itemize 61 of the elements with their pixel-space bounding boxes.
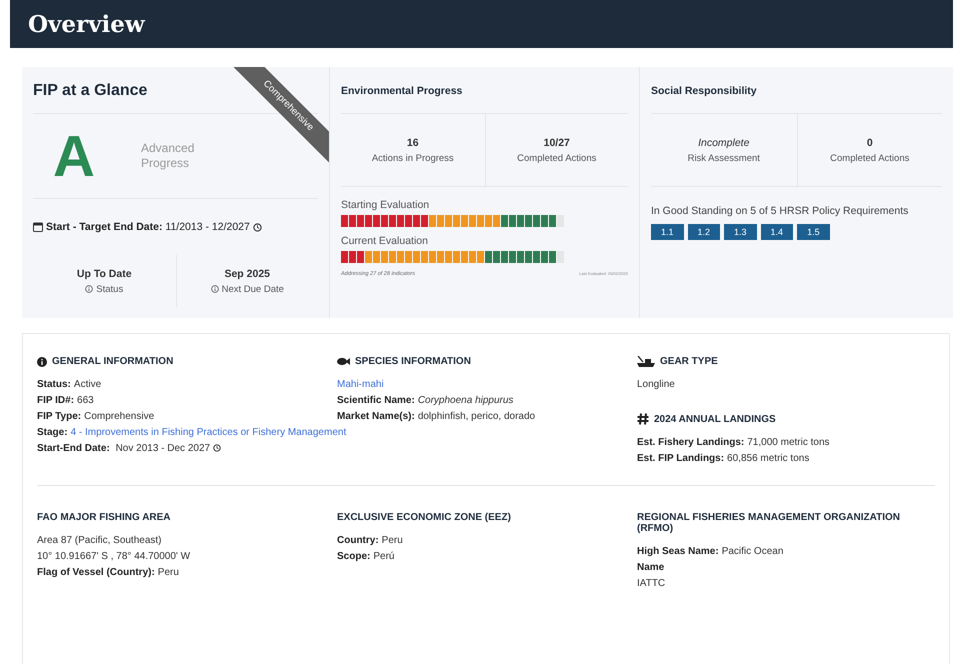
info-line: Longline	[637, 378, 676, 392]
stat-value: 10/27	[544, 136, 570, 148]
info-line: Est. FIP Landings: 60,856 metric tons	[637, 452, 810, 466]
section-title: GENERAL INFORMATION	[52, 356, 174, 367]
info-icon	[37, 356, 47, 366]
page-title: Overview	[28, 10, 145, 38]
policy-tag: 1.3	[724, 224, 757, 240]
policy-tag: 1.4	[760, 224, 794, 240]
stat-value: Incomplete	[698, 136, 750, 148]
stat-label: Actions in Progress	[372, 152, 454, 164]
section-title: REGIONAL FISHERIES MANAGEMENT ORGANIZATION (RFMO)	[637, 512, 901, 534]
info-line: Start-End Date: Nov 2013 - Dec 2027	[37, 443, 210, 454]
info-icon	[85, 285, 94, 293]
info-line: Est. Fishery Landings: 71,000 metric tons	[637, 436, 831, 450]
card-title: Environmental Progress	[341, 67, 628, 114]
info-link[interactable]: 4 - Improvements in Fishing Practices or Fishery Management	[70, 427, 346, 438]
stat-value: 16	[406, 136, 419, 148]
info-line: Name	[637, 561, 666, 575]
info-line: High Seas Name: Pacific Ocean	[637, 545, 784, 559]
date-range: Start - Target End Date: 11/2013 - 12/2027	[46, 221, 250, 233]
info-line: Status: Active	[37, 378, 102, 392]
fish-icon	[337, 357, 350, 366]
info-link[interactable]: Mahi-mahi	[337, 379, 384, 390]
evaluation-label: Starting Evaluation	[341, 199, 430, 211]
evaluation-label: Current Evaluation	[341, 235, 429, 247]
info-line: Market Name(s): dolphinfish, perico, dorado	[337, 410, 536, 424]
policy-tag: 1.5	[797, 224, 830, 240]
stat-value: Sep 2025	[224, 268, 270, 280]
section-title: EXCLUSIVE ECONOMIC ZONE (EEZ)	[337, 512, 511, 523]
stat-label: Status	[96, 284, 124, 294]
info-line: 10° 10.91667' S , 78° 44.70000' W	[37, 550, 192, 564]
info-line: Country: Peru	[337, 534, 404, 548]
info-line: FIP ID#: 663	[37, 394, 95, 408]
stat-label: Risk Assessment	[688, 152, 760, 164]
info-line: Flag of Vessel (Country): Peru	[37, 566, 180, 580]
policy-tag: 1.2	[688, 224, 720, 240]
info-line: Scientific Name: Coryphoena hippurus	[337, 394, 514, 408]
grade-letter: A	[53, 122, 96, 190]
info-icon	[210, 285, 219, 293]
stat-label: Completed Actions	[830, 152, 910, 164]
section-title: SPECIES INFORMATION	[355, 356, 471, 367]
card-title: Social Responsibility	[651, 67, 942, 114]
stat-label: Next Due Date	[222, 284, 284, 294]
stat-value: 0	[866, 136, 873, 148]
info-line: Area 87 (Pacific, Southeast)	[37, 534, 163, 548]
field-label: Stage:	[37, 427, 68, 438]
history-icon	[252, 222, 262, 232]
ship-icon	[637, 356, 655, 367]
info-line: Scope: Perú	[337, 550, 396, 564]
section-title: GEAR TYPE	[660, 356, 718, 367]
section-title: FAO MAJOR FISHING AREA	[37, 512, 171, 523]
section-title: 2024 ANNUAL LANDINGS	[654, 414, 776, 424]
stat-label: Completed Actions	[517, 152, 596, 164]
policy-tag: 1.1	[651, 224, 684, 240]
standing-text: In Good Standing on 5 of 5 HRSR Policy Requirements	[651, 205, 910, 217]
calendar-icon	[33, 222, 43, 232]
hash-icon	[637, 413, 649, 425]
grade-label: Advanced Progress	[141, 141, 196, 171]
info-line: FIP Type: Comprehensive	[37, 410, 156, 424]
stat-value: Up To Date	[76, 268, 132, 280]
info-line: IATTC	[637, 577, 666, 591]
